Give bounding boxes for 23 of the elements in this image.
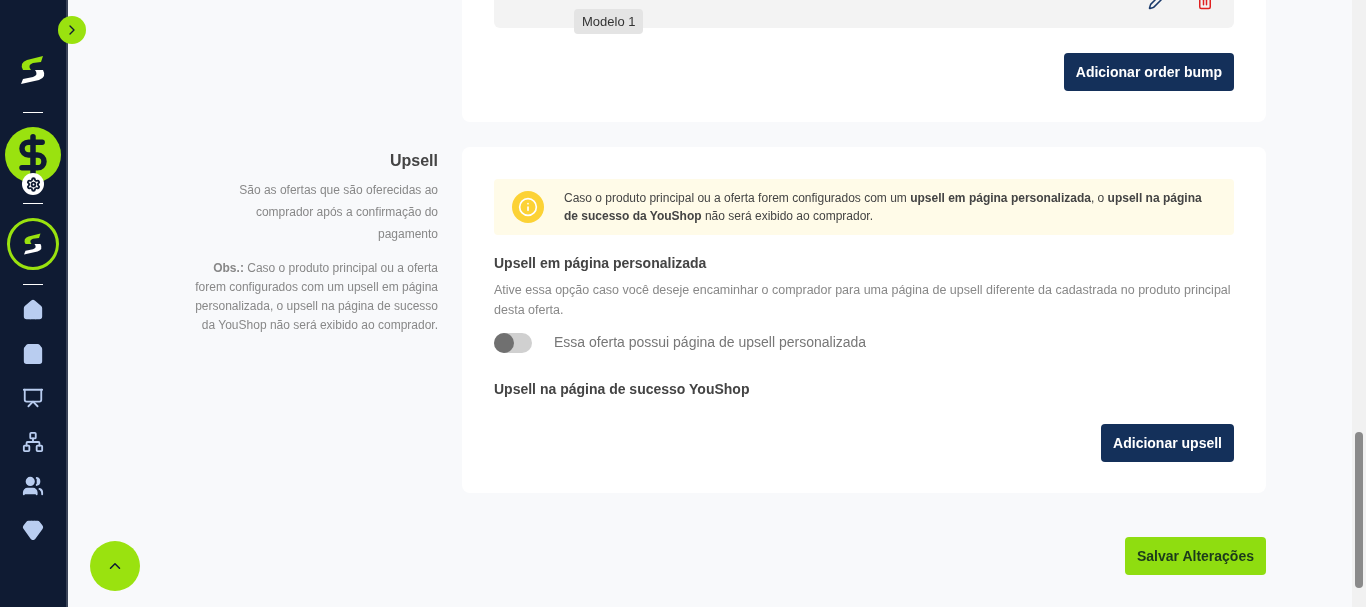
section-title: Upsell (390, 151, 438, 171)
toggle-label: Essa oferta possui página de upsell personalizada (554, 333, 867, 352)
settings-icon[interactable] (22, 173, 44, 195)
section-note: Obs.: Caso o produto principal ou a oferta forem configurados com um upsell em página personalizada, o upsell na página de sucesso da YouShop não será exibido ao comprador. (194, 260, 438, 334)
add-upsell-button[interactable]: Adicionar upsell (1101, 424, 1234, 462)
section-description: São as ofertas que são oferecidas ao comprador após a confirmação do pagamento (238, 182, 438, 243)
home-icon[interactable] (22, 299, 44, 321)
add-order-bump-button[interactable]: Adicionar order bump (1063, 53, 1234, 91)
custom-page-heading: Upsell em página personalizada (494, 254, 708, 273)
progress-ring-icon[interactable] (7, 218, 59, 270)
expand-sidebar-button[interactable] (58, 16, 86, 44)
save-changes-button[interactable]: Salvar Alterações (1125, 537, 1266, 575)
info-icon (512, 191, 544, 223)
model-badge: Modelo 1 (574, 8, 644, 34)
dollar-icon[interactable] (5, 127, 61, 183)
custom-page-toggle[interactable] (494, 332, 532, 353)
alert-text: Caso o produto principal ou a oferta forem configurados com um upsell em página personalizada, o upsell na página de sucesso da YouShop não será exibido ao comprador. (564, 190, 1203, 225)
diamond-icon[interactable] (22, 519, 44, 541)
custom-page-help: Ative essa opção caso você deseje encaminhar o comprador para uma página de upsell diferente da cadastrada no produto principal desta oferta. (494, 282, 1232, 319)
success-page-heading: Upsell na página de sucesso YouShop (494, 380, 751, 399)
users-icon[interactable] (22, 475, 44, 497)
presentation-chart-icon[interactable] (22, 387, 44, 409)
hierarchy-icon[interactable] (22, 431, 44, 453)
